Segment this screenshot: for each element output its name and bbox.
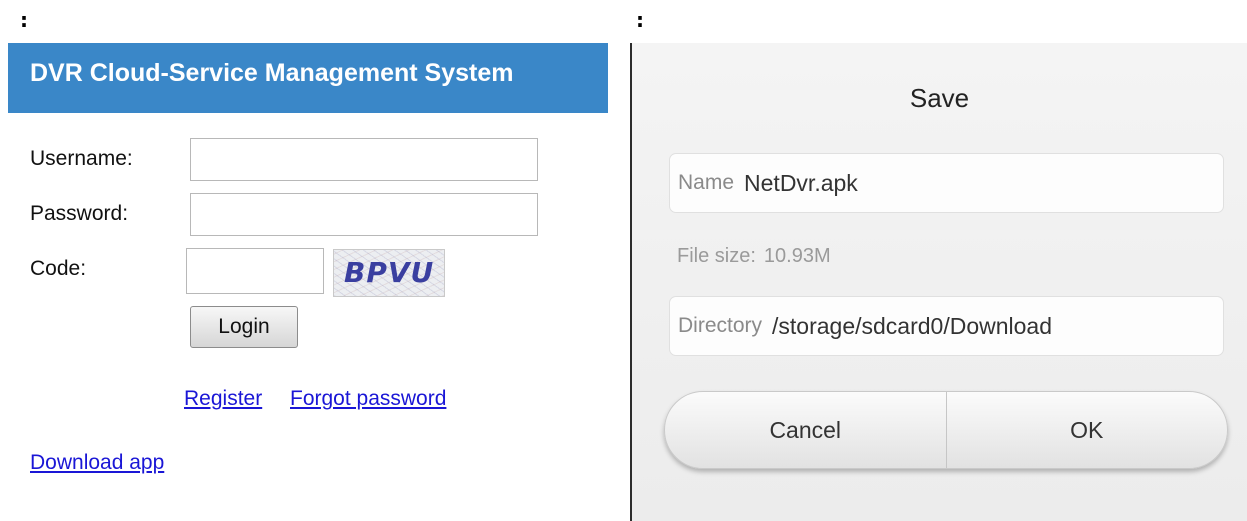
right-panel-marker: : — [636, 8, 644, 32]
cancel-button[interactable]: Cancel — [665, 392, 946, 468]
dvr-login-page: DVR Cloud-Service Management System User… — [8, 43, 608, 521]
save-dialog: Save Name NetDvr.apk File size: 10.93M Di… — [632, 43, 1247, 521]
forgot-password-link[interactable]: Forgot password — [290, 387, 446, 411]
filename-value: NetDvr.apk — [744, 169, 858, 196]
directory-label: Directory — [678, 314, 763, 337]
file-size-label: File size: — [677, 245, 756, 267]
login-button[interactable]: Login — [190, 306, 298, 348]
username-label: Username: — [30, 147, 133, 170]
directory-value: /storage/sdcard0/Download — [772, 312, 1053, 339]
dialog-button-bar: Cancel OK — [664, 391, 1228, 469]
code-input[interactable] — [186, 248, 324, 294]
file-size-value: 10.93M — [763, 245, 831, 267]
password-label: Password: — [30, 202, 129, 225]
download-app-link[interactable]: Download app — [30, 451, 164, 475]
filename-field[interactable]: Name NetDvr.apk — [669, 153, 1224, 213]
password-input[interactable] — [190, 193, 538, 236]
code-label: Code: — [30, 257, 87, 280]
dialog-title: Save — [909, 83, 970, 113]
file-size-info: File size: 10.93M — [677, 245, 831, 268]
header-banner: DVR Cloud-Service Management System — [8, 43, 608, 113]
directory-field[interactable]: Directory /storage/sdcard0/Download — [669, 296, 1224, 356]
captcha-image[interactable]: BPVU — [333, 249, 445, 297]
filename-label: Name — [678, 171, 735, 194]
captcha-text: BPVU — [344, 256, 435, 289]
ok-button[interactable]: OK — [947, 392, 1228, 468]
page-title: DVR Cloud-Service Management System — [30, 59, 514, 87]
left-panel-marker: : — [20, 8, 28, 32]
register-link[interactable]: Register — [184, 387, 262, 411]
username-input[interactable] — [190, 138, 538, 181]
